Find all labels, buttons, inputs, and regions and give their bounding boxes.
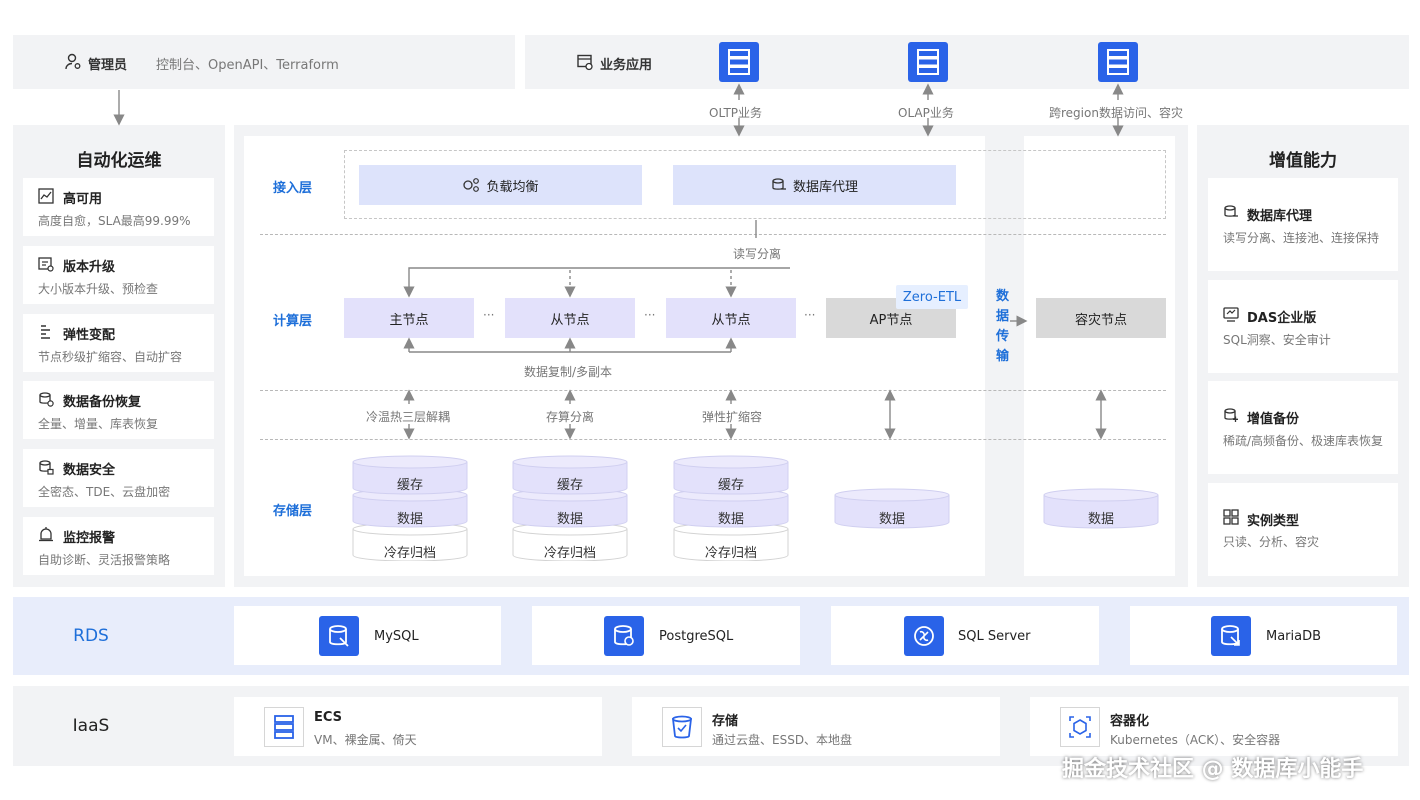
- sql-server-label: SQL Server: [958, 629, 1031, 644]
- iaas-item-desc: Kubernetes（ACK）、安全容器: [1110, 733, 1281, 747]
- iaas-item-title: ECS: [314, 710, 343, 725]
- postgresql-icon: [604, 616, 644, 656]
- mysql-icon: [319, 616, 359, 656]
- iaas-label: IaaS: [72, 716, 110, 736]
- storage-bucket-icon: [662, 707, 702, 747]
- iaas-item-desc: VM、裸金属、倚天: [314, 733, 417, 747]
- iaas-item-desc: 通过云盘、ESSD、本地盘: [712, 733, 853, 747]
- sql-server-icon: [904, 616, 944, 656]
- container-icon: [1060, 707, 1100, 747]
- mariadb-icon: [1211, 616, 1251, 656]
- watermark: 掘金技术社区 @ 数据库小能手: [1062, 757, 1364, 782]
- rds-engine-card[interactable]: [1130, 606, 1397, 665]
- iaas-item-title: 存储: [712, 714, 739, 729]
- rds-label: RDS: [73, 626, 109, 646]
- postgresql-label: PostgreSQL: [659, 629, 734, 644]
- iaas-item-title: 容器化: [1110, 714, 1150, 729]
- mariadb-label: MariaDB: [1266, 629, 1322, 644]
- ecs-icon: [264, 707, 304, 747]
- mysql-label: MySQL: [374, 629, 419, 644]
- rds-engine-card[interactable]: [234, 606, 501, 665]
- connector-arrows: [113, 83, 1124, 440]
